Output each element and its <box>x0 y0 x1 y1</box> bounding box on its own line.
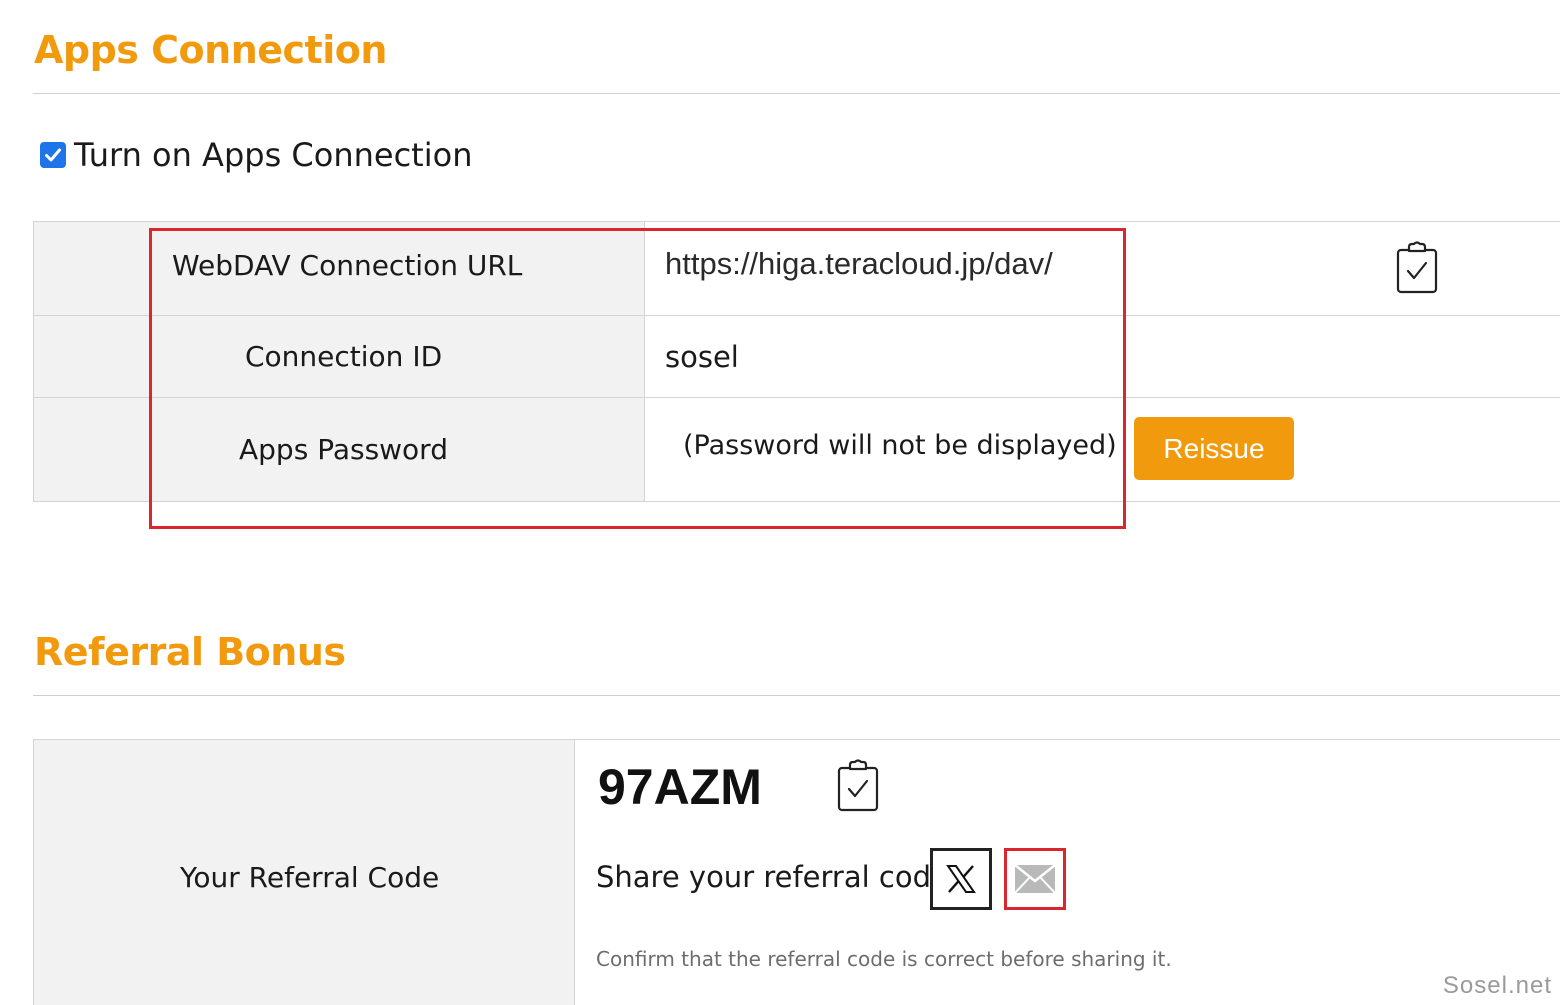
share-mail-button[interactable] <box>1004 848 1066 910</box>
connection-id-value-cell: sosel <box>644 315 1560 398</box>
referral-code-label: Your Referral Code <box>180 861 440 895</box>
apps-password-label-cell: Apps Password <box>33 397 645 502</box>
referral-bonus-title: Referral Bonus <box>34 630 346 674</box>
apps-password-value: (Password will not be displayed) <box>683 430 1117 461</box>
table-row: Connection ID sosel <box>33 315 1560 398</box>
webdav-url-value[interactable]: https://higa.teracloud.jp/dav/ <box>665 246 1053 282</box>
referral-hint-text: Confirm that the referral code is correc… <box>596 947 1172 971</box>
page: Apps Connection Turn on Apps Connection … <box>0 0 1560 1005</box>
copy-url-clipboard-check-icon[interactable] <box>1396 241 1440 295</box>
connection-id-value[interactable]: sosel <box>645 340 1560 374</box>
apps-connection-table: WebDAV Connection URL https://higa.terac… <box>33 221 1560 502</box>
apps-connection-toggle[interactable]: Turn on Apps Connection <box>40 136 472 174</box>
apps-connection-title: Apps Connection <box>34 28 387 72</box>
apps-password-value-cell: (Password will not be displayed) <box>644 397 1560 502</box>
apps-connection-divider <box>33 93 1560 94</box>
connection-id-label-cell: Connection ID <box>33 315 645 398</box>
connection-id-label: Connection ID <box>245 340 443 373</box>
referral-code-value[interactable]: 97AZM <box>598 758 762 816</box>
referral-bonus-divider <box>33 695 1560 696</box>
envelope-icon <box>1014 864 1056 894</box>
share-x-button[interactable] <box>930 848 992 910</box>
apps-password-label: Apps Password <box>239 433 448 466</box>
referral-code-label-cell: Your Referral Code <box>33 739 575 1005</box>
reissue-button[interactable]: Reissue <box>1134 417 1294 480</box>
webdav-url-label: WebDAV Connection URL <box>172 249 523 282</box>
x-logo-icon <box>946 865 976 893</box>
watermark: Sosel.net <box>1442 972 1552 999</box>
share-referral-label: Share your referral code: <box>596 860 959 894</box>
webdav-url-label-cell: WebDAV Connection URL <box>33 221 645 316</box>
apps-connection-toggle-label: Turn on Apps Connection <box>74 136 473 174</box>
apps-connection-checkbox[interactable] <box>40 142 66 168</box>
table-row: WebDAV Connection URL https://higa.terac… <box>33 221 1560 316</box>
table-row: Apps Password (Password will not be disp… <box>33 397 1560 502</box>
copy-referral-clipboard-check-icon[interactable] <box>837 759 881 813</box>
checkmark-icon <box>45 148 61 162</box>
